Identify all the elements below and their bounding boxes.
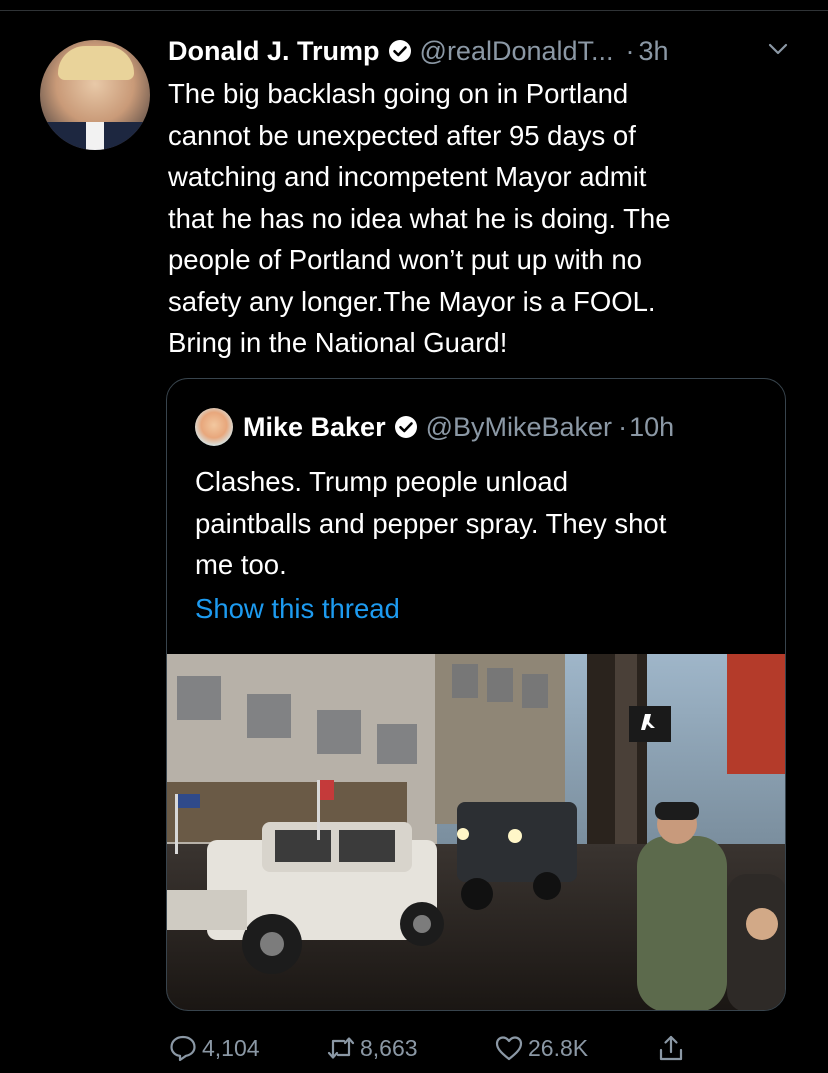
share-button[interactable]: [656, 1030, 686, 1066]
author-handle[interactable]: @realDonaldT...: [420, 36, 614, 67]
quoted-tweet-header: Mike Baker @ByMikeBaker · 10h: [195, 407, 674, 447]
street-scene-photo: [167, 654, 785, 1010]
retweet-button[interactable]: 8,663: [326, 1030, 418, 1066]
author-avatar[interactable]: [40, 40, 150, 150]
tweet-action-bar: 4,104 8,663 26.8K: [166, 1030, 786, 1066]
separator-dot: ·: [618, 411, 628, 442]
quoted-tweet-time: 10h: [629, 411, 675, 442]
verified-badge-icon: [388, 40, 411, 62]
like-count: 26.8K: [528, 1034, 589, 1061]
tweet-text: The big backlash going on in Portland ca…: [168, 78, 671, 358]
quoted-author-handle: @ByMikeBaker: [425, 411, 613, 442]
quoted-tweet-card[interactable]: Mike Baker @ByMikeBaker · 10h Clashes. T…: [166, 378, 786, 1011]
show-thread-link[interactable]: Show this thread: [195, 593, 400, 625]
separator-dot: ·: [625, 35, 635, 66]
heart-icon: [495, 1036, 523, 1061]
retweet-count: 8,663: [360, 1034, 418, 1061]
top-divider: [0, 10, 828, 11]
quoted-tweet-photo[interactable]: [167, 654, 785, 1010]
tweet-header: Donald J. Trump @realDonaldT... · 3h: [168, 30, 798, 72]
quoted-author-avatar: [195, 408, 233, 446]
reply-icon: [170, 1035, 196, 1062]
author-name[interactable]: Donald J. Trump: [168, 36, 380, 67]
reply-count: 4,104: [202, 1034, 260, 1061]
quoted-tweet-text: Clashes. Trump people unload paintballs …: [195, 466, 667, 580]
reply-button[interactable]: 4,104: [168, 1030, 260, 1066]
retweet-icon: [327, 1037, 355, 1059]
chevron-down-icon[interactable]: [765, 36, 791, 62]
quoted-author-name: Mike Baker: [243, 411, 386, 442]
share-icon: [659, 1035, 683, 1061]
tweet-time[interactable]: 3h: [639, 36, 669, 67]
verified-badge-icon: [394, 416, 417, 438]
like-button[interactable]: 26.8K: [494, 1030, 588, 1066]
